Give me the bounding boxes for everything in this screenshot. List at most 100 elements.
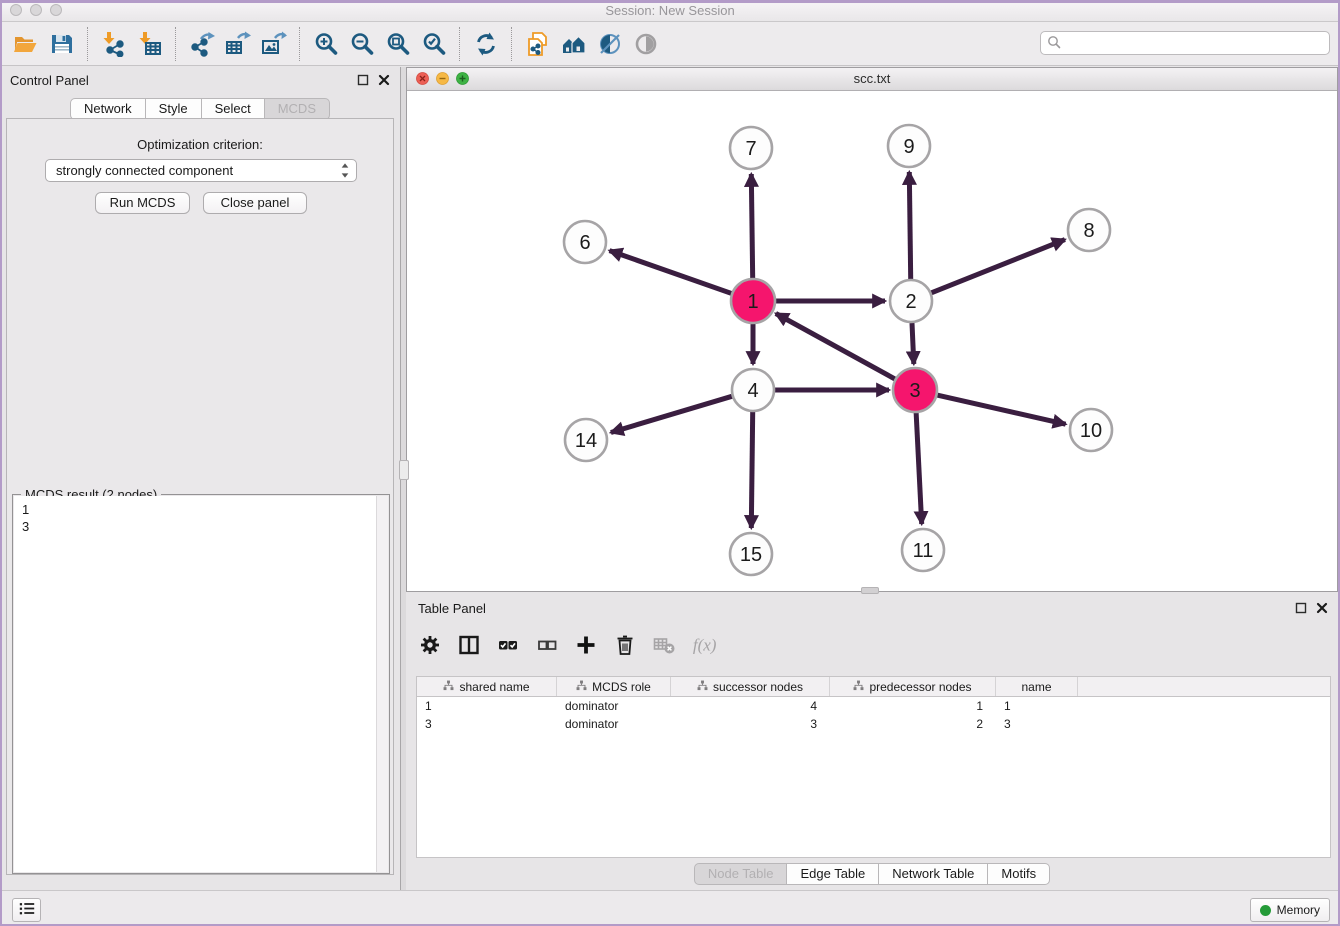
control-panel-float-button[interactable]: [357, 74, 369, 86]
columns-icon[interactable]: [457, 632, 481, 658]
search-icon: [1047, 35, 1061, 52]
birds-eye-icon[interactable]: [628, 27, 664, 61]
hierarchy-icon: [576, 680, 587, 694]
import-table-icon[interactable]: [132, 27, 168, 61]
tab-style[interactable]: Style: [146, 98, 202, 120]
graph-node-6[interactable]: 6: [564, 221, 606, 263]
table-panel-float-button[interactable]: [1295, 602, 1307, 614]
toolbar-separator: [511, 27, 513, 61]
control-panel: Control Panel NetworkStyleSelectMCDS Opt…: [0, 67, 401, 890]
network-graph-canvas[interactable]: 7 9 6 8 1 2 4 3 14 10 15 11: [407, 90, 1337, 592]
mcds-result-textarea[interactable]: 1 3: [14, 496, 388, 872]
tab-edge-table[interactable]: Edge Table: [787, 863, 879, 885]
network-window-resize-nub[interactable]: [861, 587, 879, 594]
table-row[interactable]: 1dominator411: [417, 697, 1330, 715]
status-bar: Memory: [0, 890, 1340, 926]
export-network-icon[interactable]: [184, 27, 220, 61]
graph-edge-2-9[interactable]: [909, 172, 910, 279]
import-network-icon[interactable]: [96, 27, 132, 61]
duplicate-network-icon[interactable]: [520, 27, 556, 61]
toolbar-separator: [175, 27, 177, 61]
save-session-icon[interactable]: [44, 27, 80, 61]
network-close-button[interactable]: [416, 72, 429, 88]
zoom-out-icon[interactable]: [344, 27, 380, 61]
zoom-in-icon[interactable]: [308, 27, 344, 61]
graph-node-14[interactable]: 14: [565, 419, 607, 461]
column-header-successor-nodes[interactable]: successor nodes: [671, 677, 830, 696]
graph-edge-4-15[interactable]: [751, 412, 752, 528]
table-row[interactable]: 3dominator323: [417, 715, 1330, 733]
tab-network[interactable]: Network: [70, 98, 146, 120]
optimization-criterion-select[interactable]: strongly connected component: [45, 159, 357, 182]
tab-mcds[interactable]: MCDS: [265, 98, 330, 120]
graph-node-7[interactable]: 7: [730, 127, 772, 169]
table-cell: 4: [671, 697, 830, 715]
memory-button[interactable]: Memory: [1250, 898, 1330, 922]
graph-node-11[interactable]: 11: [902, 529, 944, 571]
table-cell: 1: [996, 697, 1078, 715]
graph-node-label-11: 11: [913, 540, 934, 562]
graph-node-3[interactable]: 3: [893, 368, 937, 412]
graph-edge-2-8[interactable]: [931, 240, 1065, 293]
graph-node-label-2: 2: [905, 291, 916, 313]
window-title: Session: New Session: [0, 0, 1340, 21]
application-window: Session: New Session Control Panel Netwo…: [0, 0, 1340, 926]
list-icon: [18, 901, 36, 919]
graph-edge-2-3[interactable]: [912, 323, 914, 364]
graph-edge-1-7[interactable]: [751, 174, 752, 279]
graph-node-4[interactable]: 4: [732, 369, 774, 411]
table-cell: 2: [830, 715, 996, 733]
column-header-MCDS-role[interactable]: MCDS role: [557, 677, 671, 696]
home-icon[interactable]: [556, 27, 592, 61]
graph-edge-3-1[interactable]: [776, 314, 896, 380]
control-panel-title: Control Panel: [10, 73, 89, 88]
tab-select[interactable]: Select: [202, 98, 265, 120]
search-box[interactable]: [1040, 31, 1330, 55]
network-zoom-button[interactable]: [456, 72, 469, 88]
tab-network-table[interactable]: Network Table: [879, 863, 988, 885]
graph-node-10[interactable]: 10: [1070, 409, 1112, 451]
column-header-predecessor-nodes[interactable]: predecessor nodes: [830, 677, 996, 696]
search-input[interactable]: [1061, 35, 1323, 52]
graph-edge-4-14[interactable]: [611, 396, 732, 432]
unselect-all-columns-icon[interactable]: [535, 632, 559, 658]
task-history-button[interactable]: [12, 898, 41, 922]
table-cell: dominator: [557, 697, 671, 715]
create-column-icon[interactable]: [574, 632, 598, 658]
export-table-icon[interactable]: [220, 27, 256, 61]
zoom-selected-icon[interactable]: [416, 27, 452, 61]
graph-edge-3-10[interactable]: [937, 395, 1066, 424]
graph-node-15[interactable]: 15: [730, 533, 772, 575]
close-panel-button[interactable]: Close panel: [203, 192, 307, 214]
mcds-panel: Optimization criterion: strongly connect…: [6, 118, 394, 875]
network-window-title: scc.txt: [407, 68, 1337, 90]
graph-node-8[interactable]: 8: [1068, 209, 1110, 251]
open-session-icon[interactable]: [8, 27, 44, 61]
graph-node-2[interactable]: 2: [890, 280, 932, 322]
column-header-shared-name[interactable]: shared name: [417, 677, 557, 696]
export-image-icon[interactable]: [256, 27, 292, 61]
graph-edge-3-11[interactable]: [916, 412, 922, 524]
column-header-label: successor nodes: [713, 680, 803, 694]
tab-node-table[interactable]: Node Table: [694, 863, 788, 885]
run-mcds-button[interactable]: Run MCDS: [95, 192, 190, 214]
graphics-details-icon[interactable]: [592, 27, 628, 61]
delete-column-icon[interactable]: [613, 632, 637, 658]
zoom-fit-icon[interactable]: [380, 27, 416, 61]
network-minimize-button[interactable]: [436, 72, 449, 88]
tab-motifs[interactable]: Motifs: [988, 863, 1050, 885]
table-panel-tabs: Node TableEdge TableNetwork TableMotifs: [406, 863, 1338, 885]
column-header-name[interactable]: name: [996, 677, 1078, 696]
graph-node-9[interactable]: 9: [888, 125, 930, 167]
table-panel-close-button[interactable]: [1316, 602, 1328, 614]
result-scrollbar[interactable]: [376, 496, 388, 872]
node-table: shared nameMCDS role successor nodes prede…: [416, 676, 1331, 858]
apply-layout-icon[interactable]: [468, 27, 504, 61]
graph-edge-1-6[interactable]: [610, 251, 733, 294]
vertical-splitter-handle[interactable]: [399, 460, 409, 480]
hierarchy-icon: [853, 680, 864, 694]
gear-icon[interactable]: [418, 632, 442, 658]
select-all-columns-icon[interactable]: [496, 632, 520, 658]
graph-node-1[interactable]: 1: [731, 279, 775, 323]
control-panel-close-button[interactable]: [378, 74, 390, 86]
